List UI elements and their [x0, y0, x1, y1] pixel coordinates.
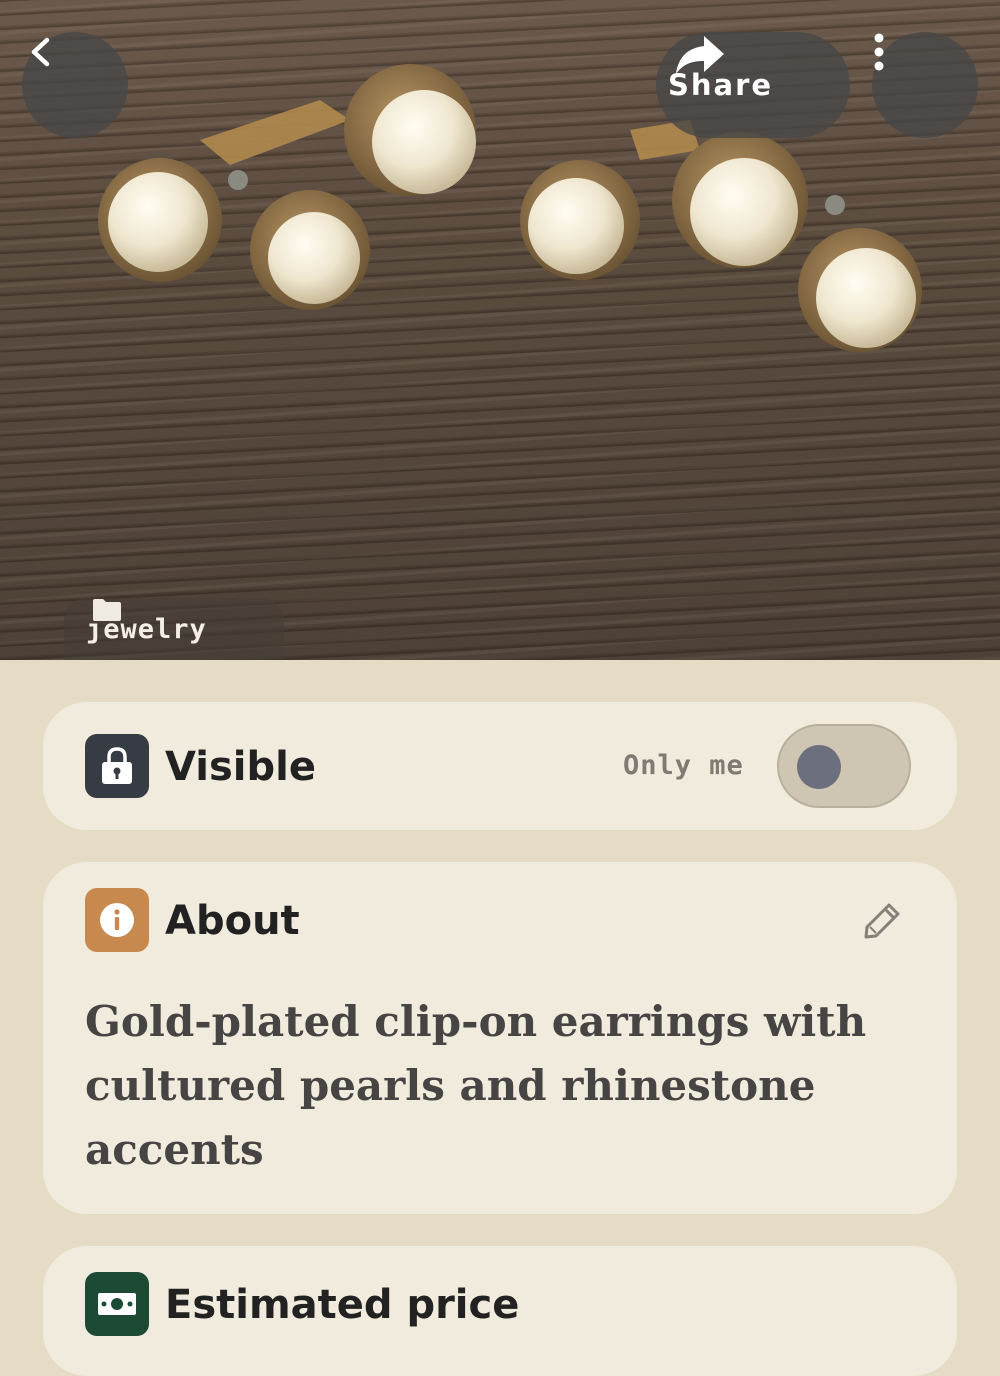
pencil-icon[interactable] — [861, 900, 903, 942]
earrings-illustration — [98, 64, 922, 352]
folder-icon — [93, 599, 121, 621]
share-button[interactable]: Share — [656, 32, 850, 138]
visibility-card: Visible Only me — [43, 702, 957, 830]
about-badge — [85, 888, 149, 952]
visibility-value: Only me — [623, 750, 744, 781]
visibility-title: Visible — [165, 744, 316, 790]
visibility-badge — [85, 734, 149, 798]
item-description: Gold-plated clip-on earrings with cultur… — [85, 997, 867, 1174]
share-arrow-icon — [676, 36, 724, 74]
item-photo: Share jewelry — [0, 0, 1000, 660]
estimated-price-card: Estimated price — [43, 1246, 957, 1376]
category-chip[interactable]: jewelry — [64, 598, 284, 660]
visibility-toggle[interactable] — [777, 724, 911, 808]
price-badge — [85, 1272, 149, 1336]
about-card: About Gold-plated clip-on earrings with … — [43, 862, 957, 1214]
chevron-left-icon — [31, 37, 50, 67]
info-icon — [100, 903, 134, 937]
lock-icon — [102, 747, 132, 784]
more-vertical-icon — [874, 33, 884, 71]
price-title: Estimated price — [165, 1282, 520, 1328]
more-options-button[interactable] — [872, 32, 978, 138]
money-icon — [98, 1293, 136, 1315]
about-title: About — [165, 898, 300, 944]
back-button[interactable] — [22, 32, 128, 138]
toggle-knob — [797, 745, 841, 789]
